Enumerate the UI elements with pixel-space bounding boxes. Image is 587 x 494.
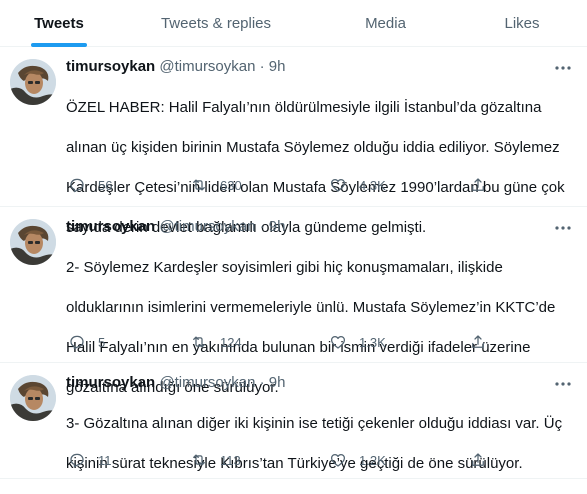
reply-count: 56: [98, 177, 113, 193]
share-button[interactable]: [469, 448, 487, 472]
reply-count: 11: [98, 452, 112, 468]
tweet-actions: 11 113 1.2K: [66, 448, 506, 472]
avatar-image: [10, 59, 56, 105]
author-handle-time[interactable]: @timursoykan · 9h: [159, 58, 285, 75]
reply-icon: [70, 335, 84, 350]
reply-button[interactable]: 56: [68, 173, 112, 197]
tab-tweets-label: Tweets: [34, 15, 84, 32]
avatar[interactable]: [10, 375, 56, 421]
like-button[interactable]: 1.3K: [329, 330, 386, 354]
tweet-text-line: 2- Söylemez Kardeşler soyisimleri gibi h…: [66, 259, 503, 276]
reply-button[interactable]: 11: [68, 448, 112, 472]
reply-icon: [70, 178, 84, 193]
tab-media-label: Media: [365, 15, 406, 32]
retweet-button[interactable]: 630: [190, 173, 242, 197]
tab-tweets-and-replies-label: Tweets & replies: [160, 15, 272, 32]
avatar[interactable]: [10, 219, 56, 265]
reply-icon: [70, 453, 84, 468]
like-button[interactable]: 1.2K: [329, 448, 386, 472]
tweet[interactable]: timursoykan @timursoykan · 9h ÖZEL HABER…: [0, 47, 587, 236]
tweet-header: timursoykan @timursoykan · 9h: [66, 373, 566, 393]
tab-likes-label: Likes: [504, 15, 540, 32]
more-options-icon[interactable]: [553, 61, 573, 73]
tab-media[interactable]: Media: [314, 0, 457, 47]
tweet-content: timursoykan @timursoykan · 9h 3- Gözaltı…: [66, 373, 566, 494]
retweet-icon: [193, 336, 205, 348]
more-options-icon[interactable]: [553, 377, 573, 389]
tweet[interactable]: timursoykan @timursoykan · 9h 2- Söyleme…: [0, 207, 587, 396]
retweet-button[interactable]: 113: [190, 448, 241, 472]
tweet-actions: 56 630 4.3K: [66, 173, 506, 197]
tweet-actions: 5 124 1.3K: [66, 330, 506, 354]
like-button[interactable]: 4.3K: [329, 173, 386, 197]
heart-icon: [330, 453, 346, 467]
tweet-text-line: 3- Gözaltına alınan diğer iki kişinin is…: [66, 415, 563, 432]
reply-button[interactable]: 5: [68, 330, 105, 354]
retweet-count: 124: [220, 334, 242, 350]
retweet-button[interactable]: 124: [190, 330, 242, 354]
tweet[interactable]: timursoykan @timursoykan · 9h 3- Gözaltı…: [0, 363, 587, 479]
retweet-count: 113: [220, 452, 241, 468]
retweet-icon: [193, 454, 205, 466]
heart-icon: [330, 178, 346, 192]
tweet-text-line: ÖZEL HABER: Halil Falyalı’nın öldürülmes…: [66, 99, 542, 116]
author-handle-time[interactable]: @timursoykan · 9h: [159, 374, 285, 391]
retweet-count: 630: [220, 177, 242, 193]
author-handle-time[interactable]: @timursoykan · 9h: [159, 218, 285, 235]
tweet-text-line: alınan üç kişiden birinin Mustafa Söylem…: [66, 139, 560, 156]
tab-tweets-and-replies[interactable]: Tweets & replies: [118, 0, 314, 47]
retweet-icon: [193, 179, 205, 191]
author-name[interactable]: timursoykan: [66, 218, 155, 235]
like-count: 4.3K: [359, 177, 386, 193]
reply-count: 5: [98, 334, 106, 350]
share-button[interactable]: [469, 173, 487, 197]
like-count: 1.3K: [359, 334, 386, 350]
avatar-image: [10, 375, 56, 421]
share-button[interactable]: [469, 330, 487, 354]
heart-icon: [330, 335, 346, 349]
author-name[interactable]: timursoykan: [66, 374, 155, 391]
share-icon: [472, 178, 484, 191]
tweet-header: timursoykan @timursoykan · 9h: [66, 57, 566, 77]
profile-tabs: Tweets Tweets & replies Media Likes: [0, 0, 587, 47]
more-options-icon[interactable]: [553, 221, 573, 233]
avatar-image: [10, 219, 56, 265]
tab-tweets[interactable]: Tweets: [0, 0, 118, 47]
like-count: 1.2K: [359, 452, 386, 468]
tweet-text-line: olduklarının isimlerini vermemeleriyle ü…: [66, 299, 556, 316]
avatar[interactable]: [10, 59, 56, 105]
share-icon: [472, 453, 484, 466]
author-name[interactable]: timursoykan: [66, 58, 155, 75]
tweet-header: timursoykan @timursoykan · 9h: [66, 217, 566, 237]
tweet-text: 3- Gözaltına alınan diğer iki kişinin is…: [66, 394, 566, 494]
share-icon: [472, 335, 484, 348]
tab-likes[interactable]: Likes: [457, 0, 587, 47]
